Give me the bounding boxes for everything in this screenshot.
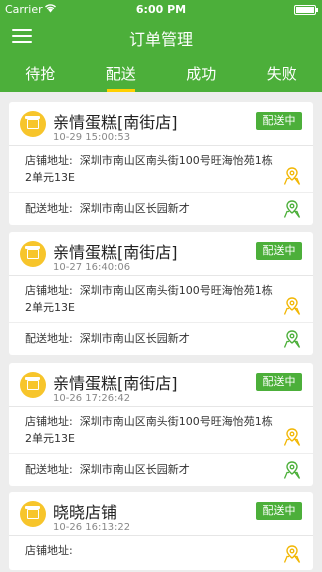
order-card-header: 亲情蛋糕[南街店] 10-29 15:00:53 配送中: [9, 102, 313, 146]
store-address-row: 店铺地址: 深圳市南山区南头街100号旺海怡苑1栋2单元13E: [9, 146, 313, 193]
order-card-header: 亲情蛋糕[南街店] 10-27 16:40:06 配送中: [9, 232, 313, 276]
order-card-header: 亲情蛋糕[南街店] 10-26 17:26:42 配送中: [9, 363, 313, 407]
shop-name: 亲情蛋糕[南街店]: [53, 374, 178, 393]
order-card[interactable]: 亲情蛋糕[南街店] 10-27 16:40:06 配送中 店铺地址: 深圳市南山…: [9, 232, 313, 355]
store-address-row: 店铺地址:: [9, 536, 313, 570]
page-title: 订单管理: [128, 30, 193, 49]
delivery-address-label: 配送地址:: [25, 463, 73, 476]
tab-success[interactable]: 成功: [161, 52, 242, 92]
store-address-row: 店铺地址: 深圳市南山区南头街100号旺海怡苑1栋2单元13E: [9, 276, 313, 323]
order-time: 10-29 15:00:53: [53, 132, 131, 143]
store-address-label: 店铺地址:: [25, 415, 73, 428]
delivery-address-label: 配送地址:: [25, 202, 73, 215]
battery-icon: [294, 5, 318, 15]
map-pin-icon[interactable]: [283, 166, 301, 186]
delivery-address: 深圳市南山区长园新才: [79, 202, 190, 215]
nav-bar: 订单管理: [0, 20, 322, 52]
status-badge: 配送中: [256, 502, 302, 520]
status-badge: 配送中: [256, 242, 302, 260]
order-card-header: 晓晓店铺 10-26 16:13:22 配送中: [9, 492, 313, 536]
tab-pending[interactable]: 待抢: [0, 52, 81, 92]
order-card[interactable]: 亲情蛋糕[南街店] 10-26 17:26:42 配送中 店铺地址: 深圳市南山…: [9, 363, 313, 486]
shop-name: 亲情蛋糕[南街店]: [53, 113, 178, 132]
delivery-address-row: 配送地址: 深圳市南山区长园新才: [9, 323, 313, 355]
map-pin-icon[interactable]: [283, 460, 301, 480]
delivery-address-row: 配送地址: 深圳市南山区长园新才: [9, 454, 313, 486]
map-pin-icon[interactable]: [283, 199, 301, 219]
store-address-row: 店铺地址: 深圳市南山区南头街100号旺海怡苑1栋2单元13E: [9, 407, 313, 454]
map-pin-icon[interactable]: [283, 329, 301, 349]
store-address-label: 店铺地址:: [25, 154, 73, 167]
tab-delivering[interactable]: 配送: [81, 52, 162, 92]
delivery-address: 深圳市南山区长园新才: [79, 332, 190, 345]
shop-icon: [20, 241, 46, 267]
store-address-label: 店铺地址:: [25, 544, 73, 557]
status-bar: Carrier 6:00 PM: [0, 0, 322, 20]
status-badge: 配送中: [256, 112, 302, 130]
tab-bar: 待抢 配送 成功 失败: [0, 52, 322, 92]
order-time: 10-26 16:13:22: [53, 522, 131, 533]
order-list[interactable]: 亲情蛋糕[南街店] 10-29 15:00:53 配送中 店铺地址: 深圳市南山…: [0, 92, 322, 572]
status-badge: 配送中: [256, 373, 302, 391]
tab-failed[interactable]: 失败: [242, 52, 322, 92]
shop-icon: [20, 501, 46, 527]
delivery-address: 深圳市南山区长园新才: [79, 463, 190, 476]
order-card[interactable]: 亲情蛋糕[南街店] 10-29 15:00:53 配送中 店铺地址: 深圳市南山…: [9, 102, 313, 225]
order-card[interactable]: 晓晓店铺 10-26 16:13:22 配送中 店铺地址:: [9, 492, 313, 570]
shop-icon: [20, 111, 46, 137]
store-address-label: 店铺地址:: [25, 284, 73, 297]
order-time: 10-27 16:40:06: [53, 262, 131, 273]
delivery-address-row: 配送地址: 深圳市南山区长园新才: [9, 193, 313, 225]
order-time: 10-26 17:26:42: [53, 393, 131, 404]
map-pin-icon[interactable]: [283, 296, 301, 316]
map-pin-icon[interactable]: [283, 427, 301, 447]
delivery-address-label: 配送地址:: [25, 332, 73, 345]
shop-name: 晓晓店铺: [53, 503, 118, 522]
shop-icon: [20, 372, 46, 398]
clock: 6:00 PM: [135, 3, 187, 16]
shop-name: 亲情蛋糕[南街店]: [53, 243, 178, 262]
map-pin-icon[interactable]: [283, 544, 301, 564]
